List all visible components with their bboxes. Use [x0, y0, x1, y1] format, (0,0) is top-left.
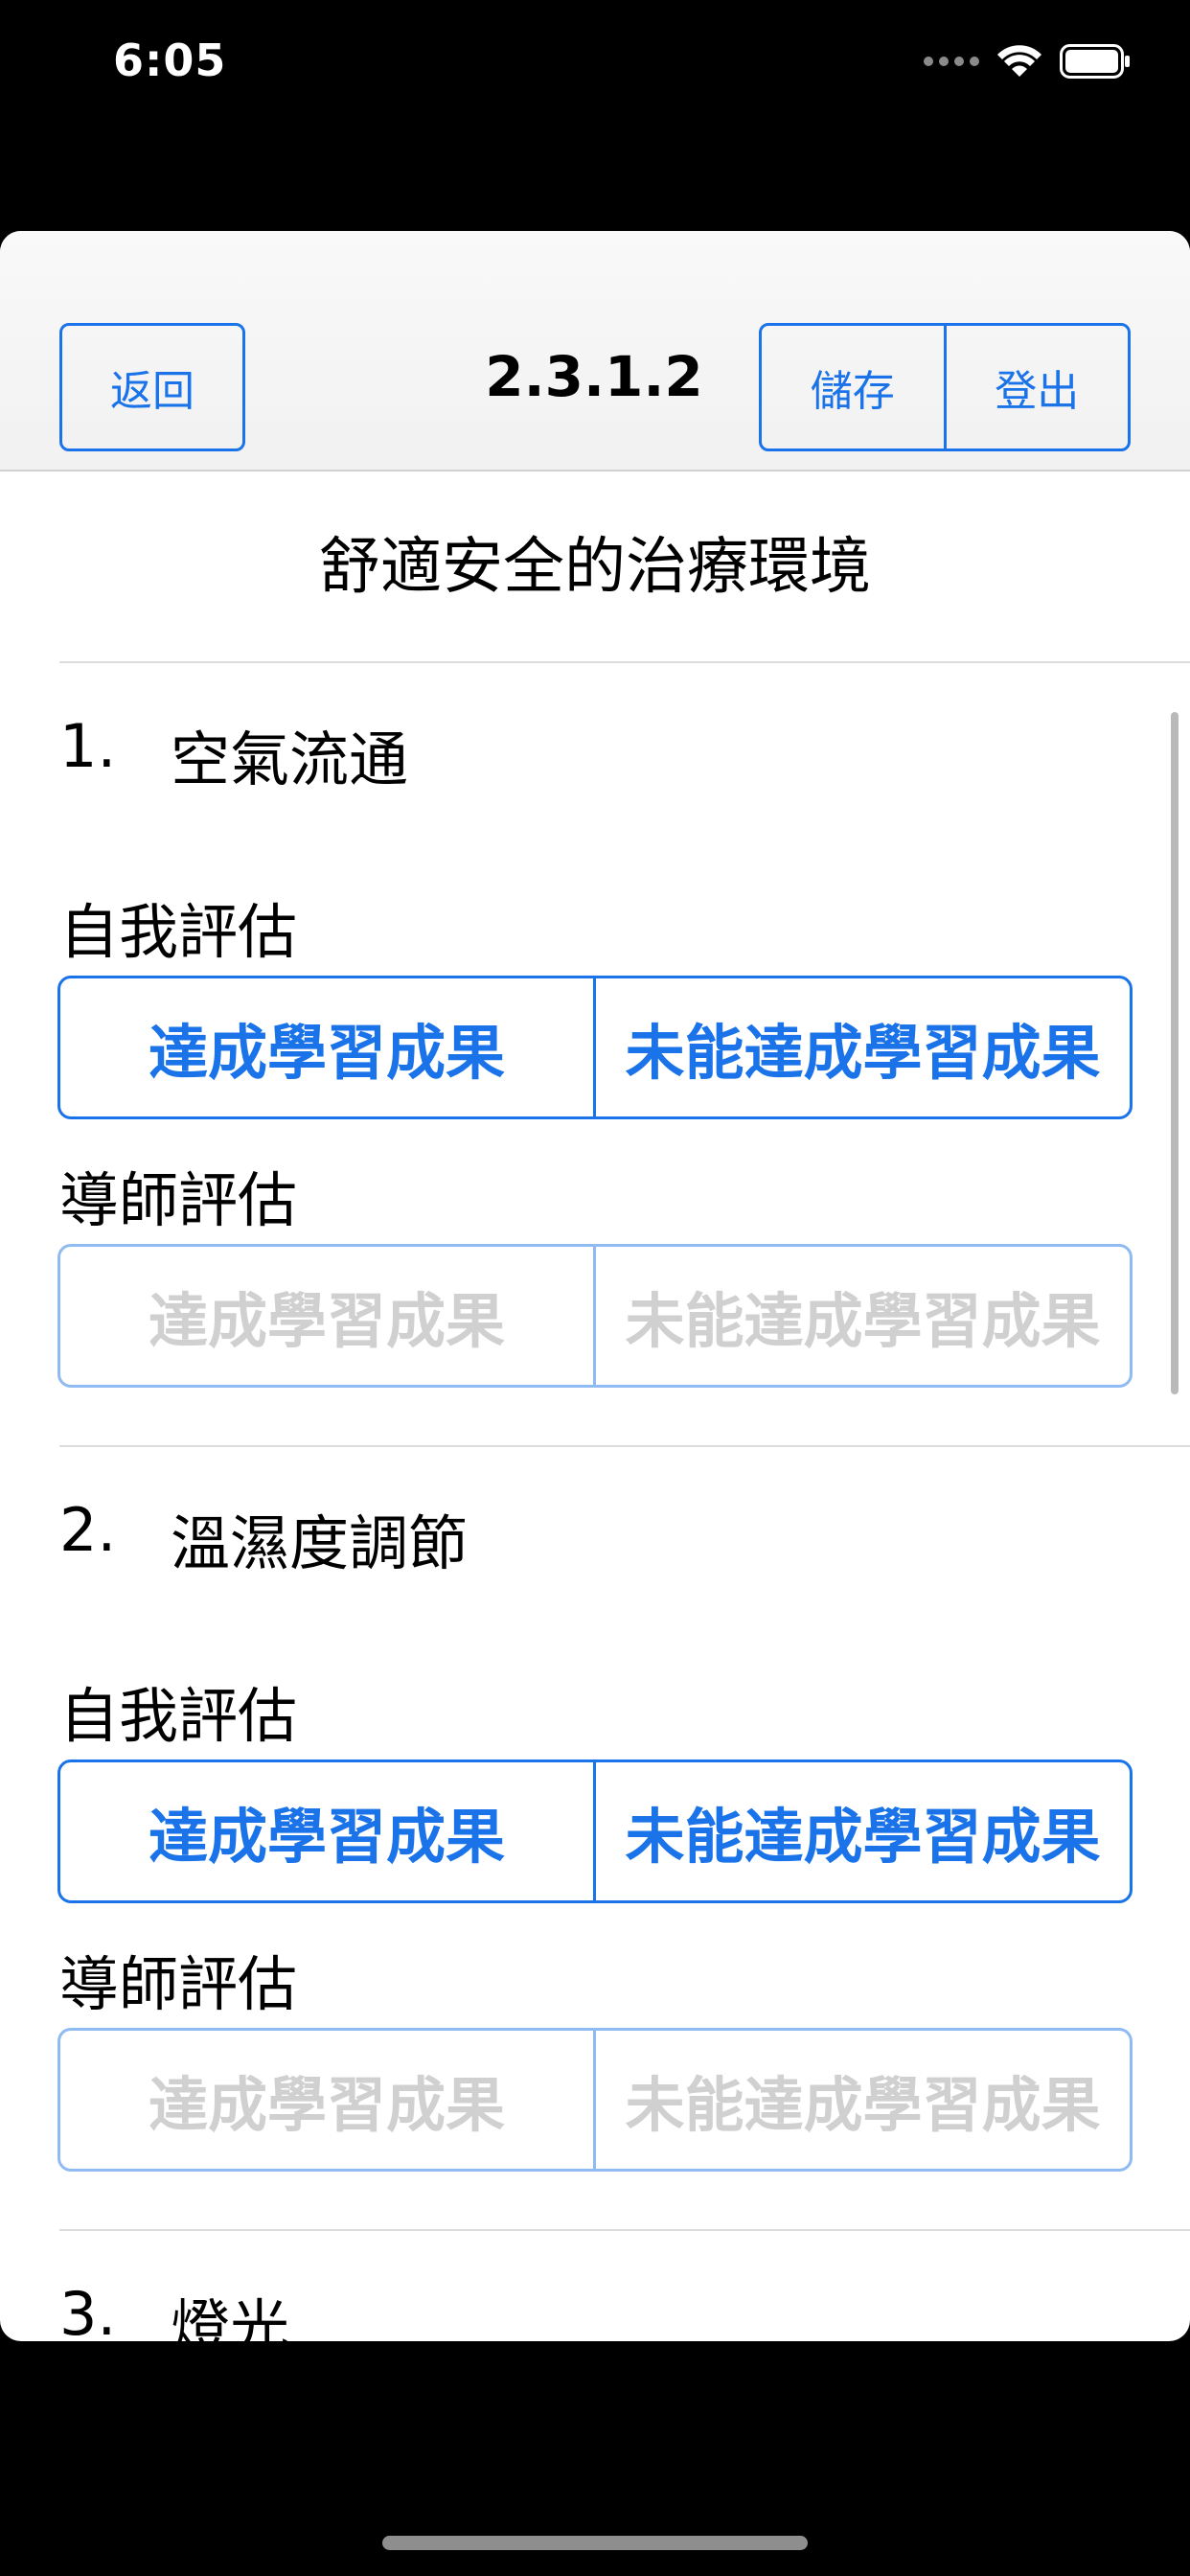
- self-eval-segmented-control: 達成學習成果 未能達成學習成果: [57, 1760, 1133, 1903]
- tutor-eval-achieved-option: 達成學習成果: [148, 1286, 505, 1356]
- item-title-text: 燈光: [171, 2292, 290, 2341]
- item-number: 1.: [59, 711, 117, 781]
- navigation-bar: 返回 2.3.1.2 儲存 登出: [0, 231, 1190, 472]
- logout-button[interactable]: 登出: [943, 326, 1129, 448]
- page-title: 2.3.1.2: [485, 344, 703, 409]
- signal-dots-icon: [924, 57, 979, 66]
- self-eval-label: 自我評估: [59, 1681, 298, 1751]
- item-number: 2.: [59, 1495, 117, 1565]
- self-eval-segmented-control: 達成學習成果 未能達成學習成果: [57, 976, 1133, 1119]
- nav-action-group: 儲存 登出: [759, 323, 1131, 451]
- divider: [59, 2229, 1190, 2231]
- self-eval-achieved-option[interactable]: 達成學習成果: [60, 1762, 593, 1900]
- tutor-eval-label: 導師評估: [59, 1165, 298, 1235]
- item-title: 2. 溫濕度調節: [59, 1495, 468, 1581]
- status-bar: 6:05: [0, 0, 1190, 134]
- tutor-eval-achieved-option: 達成學習成果: [148, 2070, 505, 2140]
- status-icons: [924, 44, 1131, 79]
- status-time: 6:05: [113, 34, 227, 86]
- tutor-eval-segmented-control: 達成學習成果 未能達成學習成果: [57, 1244, 1133, 1388]
- self-eval-not-achieved-option[interactable]: 未能達成學習成果: [593, 1762, 1130, 1900]
- self-eval-achieved-option[interactable]: 達成學習成果: [60, 978, 593, 1116]
- modal-sheet: 返回 2.3.1.2 儲存 登出 舒適安全的治療環境 1. 空氣流通 自我評估 …: [0, 231, 1190, 2341]
- back-button[interactable]: 返回: [59, 323, 245, 451]
- tutor-eval-not-achieved-option: 未能達成學習成果: [593, 2031, 1130, 2169]
- tutor-eval-segmented-control: 達成學習成果 未能達成學習成果: [57, 2028, 1133, 2172]
- item-title-text: 溫濕度調節: [171, 1508, 469, 1578]
- item-title: 3. 燈光: [59, 2279, 289, 2341]
- battery-icon: [1060, 44, 1131, 79]
- wifi-icon: [996, 44, 1042, 79]
- self-eval-not-achieved-option[interactable]: 未能達成學習成果: [593, 978, 1130, 1116]
- item-title-text: 空氣流通: [171, 724, 409, 794]
- section-heading: 舒適安全的治療環境: [319, 532, 871, 603]
- tutor-eval-not-achieved-option: 未能達成學習成果: [593, 1247, 1130, 1385]
- home-indicator[interactable]: [382, 2536, 808, 2550]
- scroll-indicator[interactable]: [1171, 712, 1179, 1394]
- scroll-content[interactable]: 舒適安全的治療環境 1. 空氣流通 自我評估 達成學習成果 未能達成學習成果 導…: [0, 472, 1190, 2341]
- save-button[interactable]: 儲存: [762, 326, 944, 448]
- item-title: 1. 空氣流通: [59, 711, 408, 797]
- self-eval-label: 自我評估: [59, 897, 298, 967]
- item-number: 3.: [59, 2279, 117, 2341]
- divider: [59, 1445, 1190, 1447]
- tutor-eval-label: 導師評估: [59, 1949, 298, 2019]
- divider: [59, 661, 1190, 663]
